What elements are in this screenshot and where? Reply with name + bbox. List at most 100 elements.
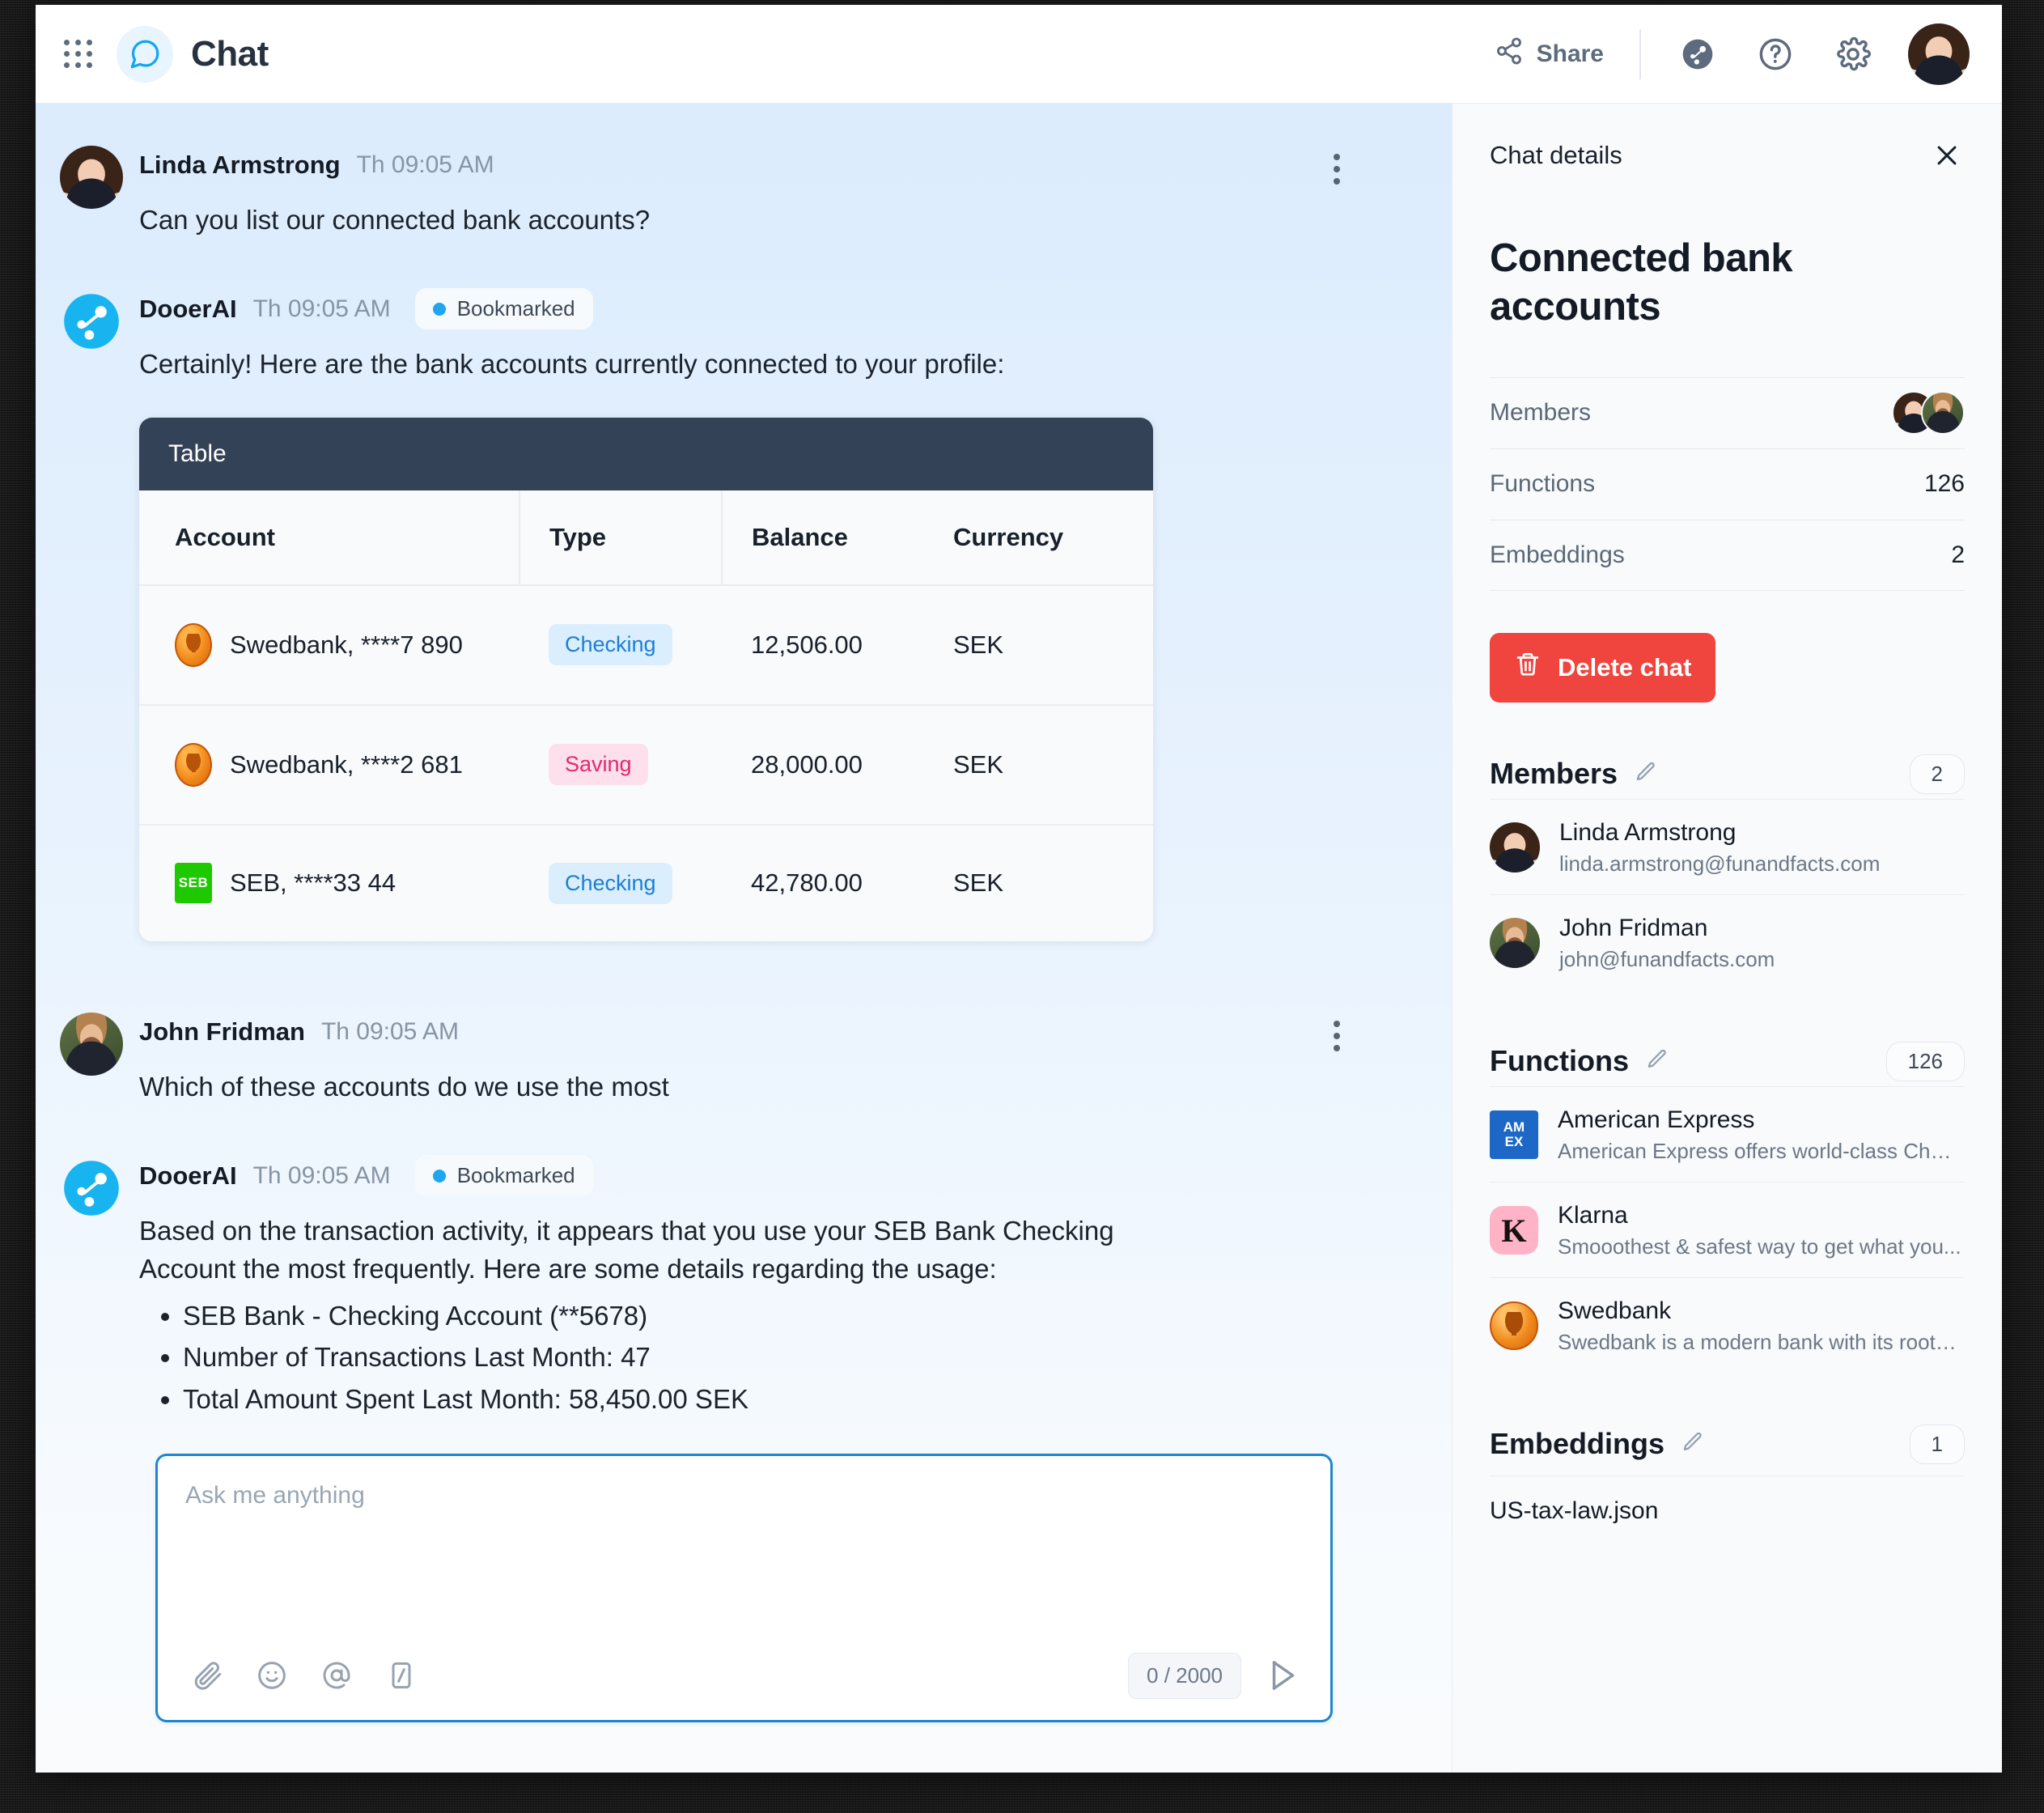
balance-cell: 42,780.00 <box>751 868 863 898</box>
section-title: Embeddings <box>1490 1427 1665 1461</box>
paperclip-icon[interactable] <box>185 1654 229 1697</box>
message-item: DooerAI Th 09:05 AM Bookmarked Based on … <box>64 1153 1403 1420</box>
message-menu-icon[interactable] <box>1319 1014 1355 1058</box>
panel-header: Chat details <box>1490 138 1965 173</box>
data-table-card: Table Account Type Balance Currency Swed… <box>139 417 1153 941</box>
balance-cell: 12,506.00 <box>722 584 924 706</box>
message-header: DooerAI Th 09:05 AM Bookmarked <box>139 287 1403 332</box>
message-text: Can you list our connected bank accounts… <box>139 205 651 235</box>
delete-chat-button[interactable]: Delete chat <box>1490 632 1716 703</box>
message-text: Certainly! Here are the bank accounts cu… <box>139 348 1005 379</box>
dooer-ai-icon <box>60 290 123 353</box>
message-header: John Fridman Th 09:05 AM <box>139 1009 1403 1055</box>
message-time: Th 09:05 AM <box>252 295 391 322</box>
message-avatar <box>60 1012 123 1076</box>
emoji-smiley-icon[interactable] <box>250 1654 294 1697</box>
chat-bubble-icon <box>117 25 173 83</box>
share-button[interactable]: Share <box>1477 28 1622 80</box>
summary-row-embeddings: Embeddings 2 <box>1490 519 1965 591</box>
avatar <box>1921 391 1965 435</box>
message-time: Th 09:05 AM <box>320 1017 460 1045</box>
embedding-file-item[interactable]: US-tax-law.json <box>1490 1475 1965 1525</box>
close-icon[interactable] <box>1929 138 1965 173</box>
app-window: Chat Share Linda Armstrong Th 09:05 AM C… <box>36 5 2002 1773</box>
avatar <box>1490 822 1540 873</box>
amex-line-1: AM <box>1503 1119 1525 1136</box>
slash-command-icon[interactable] <box>380 1654 423 1697</box>
summary-row-functions: Functions 126 <box>1490 448 1965 520</box>
account-name: Swedbank, ****2 681 <box>230 749 463 779</box>
table-row: Swedbank, ****7 890 Checking 12,506.00 S… <box>139 584 1153 706</box>
account-cell: SEB SEB, ****33 44 <box>175 863 519 904</box>
function-description: Swedbank is a modern bank with its roots… <box>1558 1329 1962 1354</box>
account-cell: Swedbank, ****7 890 <box>175 622 519 667</box>
gear-icon[interactable] <box>1825 26 1881 83</box>
bookmarked-badge[interactable]: Bookmarked <box>414 1155 593 1197</box>
message-sender: Linda Armstrong <box>139 151 341 179</box>
account-cell: Swedbank, ****2 681 <box>175 742 519 787</box>
message-composer[interactable]: Ask me anything 0 / 2000 <box>155 1453 1333 1722</box>
summary-label: Members <box>1490 399 1592 427</box>
klarna-logo-icon: K <box>1490 1206 1538 1255</box>
message-sender: DooerAI <box>139 1161 237 1190</box>
pencil-icon[interactable] <box>1645 1047 1669 1076</box>
type-badge: Checking <box>549 624 672 666</box>
member-email: linda.armstrong@funandfacts.com <box>1559 851 1881 876</box>
summary-value: 2 <box>1951 541 1965 568</box>
type-badge: Checking <box>549 862 672 904</box>
status-dot-icon <box>432 1169 446 1182</box>
send-arrow-icon[interactable] <box>1261 1653 1306 1698</box>
type-badge: Saving <box>549 744 648 786</box>
bookmarked-label: Bookmarked <box>456 296 575 321</box>
account-name: SEB, ****33 44 <box>230 868 397 898</box>
seb-logo-icon: SEB <box>175 863 212 904</box>
members-section-header: Members 2 <box>1490 754 1965 794</box>
bookmarked-badge[interactable]: Bookmarked <box>414 288 593 330</box>
pencil-icon[interactable] <box>1681 1430 1705 1458</box>
chat-column: Linda Armstrong Th 09:05 AM Can you list… <box>36 104 1452 1773</box>
summary-value: 126 <box>1923 470 1965 498</box>
message-bullet-list: SEB Bank - Checking Account (**5678) Num… <box>183 1295 1403 1419</box>
list-item[interactable]: Linda Armstrong linda.armstrong@funandfa… <box>1490 798 1965 894</box>
composer-placeholder: Ask me anything <box>185 1481 365 1509</box>
message-item: DooerAI Th 09:05 AM Bookmarked Certainly… <box>64 287 1403 941</box>
message-list: Linda Armstrong Th 09:05 AM Can you list… <box>36 104 1452 1420</box>
list-item: Total Amount Spent Last Month: 58,450.00… <box>183 1378 1403 1420</box>
section-title: Functions <box>1490 1044 1629 1078</box>
message-sender: DooerAI <box>139 294 237 323</box>
user-avatar[interactable] <box>1908 23 1970 85</box>
message-menu-icon[interactable] <box>1319 147 1355 191</box>
character-counter: 0 / 2000 <box>1128 1652 1241 1699</box>
amex-line-2: EX <box>1504 1134 1524 1150</box>
list-item[interactable]: AM EX American Express American Express … <box>1490 1085 1965 1182</box>
accounts-table: Account Type Balance Currency Swedbank, … <box>139 490 1153 941</box>
member-email: john@funandfacts.com <box>1559 946 1775 971</box>
app-body: Linda Armstrong Th 09:05 AM Can you list… <box>36 104 2002 1773</box>
function-name: Swedbank <box>1558 1297 1672 1324</box>
message-time: Th 09:05 AM <box>252 1161 391 1189</box>
status-dot-icon <box>432 302 446 316</box>
list-item[interactable]: Swedbank Swedbank is a modern bank with … <box>1490 1276 1965 1373</box>
embeddings-section-header: Embeddings 1 <box>1490 1424 1965 1464</box>
divider <box>1639 28 1641 79</box>
list-item[interactable]: K Klarna Smooothest & safest way to get … <box>1490 1181 1965 1277</box>
composer-area: Ask me anything 0 / 2000 <box>36 1429 1452 1751</box>
message-sender: John Fridman <box>139 1017 305 1046</box>
list-item[interactable]: John Fridman john@funandfacts.com <box>1490 894 1965 990</box>
pencil-icon[interactable] <box>1634 760 1658 788</box>
members-count-badge: 2 <box>1909 754 1965 794</box>
question-circle-icon[interactable] <box>1747 26 1804 83</box>
swedbank-logo-icon <box>175 742 212 787</box>
list-item: SEB Bank - Checking Account (**5678) <box>183 1295 1403 1336</box>
swedbank-logo-icon <box>175 622 212 667</box>
grid-apps-icon[interactable] <box>61 37 95 71</box>
dooer-ai-icon[interactable] <box>1669 26 1726 83</box>
share-label: Share <box>1536 40 1604 67</box>
message-header: DooerAI Th 09:05 AM Bookmarked <box>139 1153 1403 1199</box>
at-mention-icon[interactable] <box>315 1654 358 1697</box>
chat-title: Connected bank accounts <box>1490 236 1793 329</box>
function-name: American Express <box>1558 1106 1755 1133</box>
member-avatar-stack[interactable] <box>1892 391 1965 435</box>
summary-label: Embeddings <box>1490 541 1625 568</box>
top-bar: Chat Share <box>36 5 2002 104</box>
